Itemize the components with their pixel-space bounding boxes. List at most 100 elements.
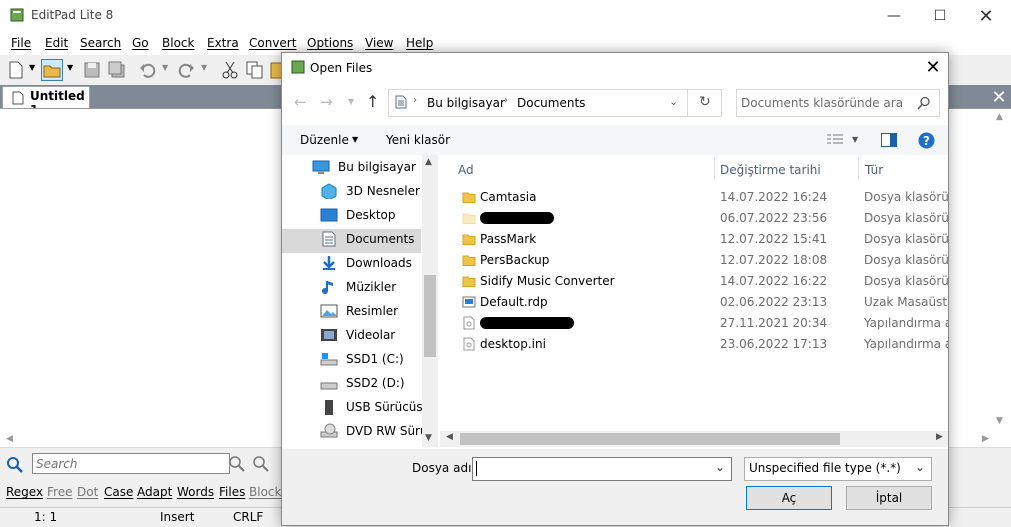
folder-search-box[interactable]: Documents klasöründe ara <box>736 89 940 117</box>
cancel-button[interactable]: İptal <box>846 486 932 510</box>
nav-scroll-thumb[interactable] <box>424 275 436 357</box>
find-previous-icon[interactable] <box>252 455 270 473</box>
menu-convert[interactable]: Convert <box>249 36 296 50</box>
option-adapt[interactable]: Adapt <box>137 485 172 499</box>
menu-extra[interactable]: Extra <box>207 36 239 50</box>
minimize-button[interactable]: — <box>871 0 917 32</box>
file-row[interactable]: 06.07.2022 23:56 Dosya klasörü <box>440 208 948 229</box>
tab-untitled-1[interactable]: Untitled 1 <box>2 86 90 117</box>
option-case[interactable]: Case <box>104 485 133 499</box>
view-dropdown-icon[interactable]: ▼ <box>852 135 858 144</box>
back-arrow-icon[interactable]: ← <box>294 93 307 111</box>
file-row[interactable]: Default.rdp 02.06.2022 23:13 Uzak Masaüstü… <box>440 292 948 313</box>
filename-input[interactable]: ⌄ <box>472 457 732 481</box>
column-header-date[interactable]: Değiştirme tarihi <box>720 163 821 177</box>
editor-vertical-scrollbar[interactable]: ▲ ▼ <box>996 112 1008 430</box>
file-row[interactable]: PersBackup 12.07.2022 18:08 Dosya klasörü <box>440 250 948 271</box>
save-icon[interactable] <box>82 60 102 80</box>
nav-item[interactable]: Müzikler <box>320 275 430 299</box>
copy-icon[interactable] <box>245 60 265 80</box>
help-icon[interactable]: ? <box>918 132 935 149</box>
search-input[interactable] <box>32 453 230 474</box>
scroll-up-icon[interactable]: ▲ <box>425 157 432 167</box>
option-dot[interactable]: Dot <box>77 485 98 499</box>
menu-go[interactable]: Go <box>132 36 149 50</box>
forward-arrow-icon[interactable]: → <box>320 93 333 111</box>
file-list-horizontal-scrollbar[interactable]: ◀ ▶ <box>440 431 948 447</box>
scroll-left-icon[interactable]: ◀ <box>446 432 453 442</box>
scroll-down-icon[interactable]: ▼ <box>996 416 1003 426</box>
nav-pane-scrollbar[interactable]: ▲ ▼ <box>422 155 438 447</box>
scroll-down-icon[interactable]: ▼ <box>425 433 432 443</box>
close-button[interactable]: ✕ <box>963 0 1009 32</box>
menu-file[interactable]: File <box>11 36 31 50</box>
cut-icon[interactable] <box>220 60 240 80</box>
new-dropdown-icon[interactable]: ▼ <box>29 63 35 72</box>
nav-item[interactable]: SSD1 (C:) <box>320 347 430 371</box>
file-list-scroll-thumb[interactable] <box>460 433 840 445</box>
address-dropdown-icon[interactable]: ⌄ <box>669 95 678 108</box>
save-all-icon[interactable] <box>107 60 127 80</box>
file-type-dropdown-icon[interactable]: ⌄ <box>915 460 925 474</box>
nav-item[interactable]: Resimler <box>320 299 430 323</box>
filename-dropdown-icon[interactable]: ⌄ <box>715 460 725 474</box>
recent-locations-icon[interactable]: ▼ <box>348 97 354 106</box>
text-caret <box>476 461 477 476</box>
scroll-left-icon[interactable]: ◀ <box>6 434 13 444</box>
menu-block[interactable]: Block <box>162 36 194 50</box>
undo-dropdown-icon[interactable]: ▼ <box>162 63 168 72</box>
redo-dropdown-icon[interactable]: ▼ <box>201 63 207 72</box>
scroll-right-icon[interactable]: ▶ <box>936 432 943 442</box>
scroll-right-icon[interactable]: ▶ <box>982 434 989 444</box>
undo-icon[interactable] <box>138 60 158 80</box>
option-files[interactable]: Files <box>219 485 245 499</box>
open-button[interactable]: Aç <box>746 486 832 510</box>
maximize-button[interactable]: ☐ <box>917 0 963 32</box>
nav-item[interactable]: Bu bilgisayar <box>312 155 422 179</box>
option-regex[interactable]: Regex <box>6 485 43 499</box>
file-row[interactable]: Camtasia 14.07.2022 16:24 Dosya klasörü <box>440 187 948 208</box>
file-row[interactable]: PassMark 12.07.2022 15:41 Dosya klasörü <box>440 229 948 250</box>
file-row[interactable]: 27.11.2021 20:34 Yapılandırma ay <box>440 313 948 334</box>
nav-item[interactable]: Videolar <box>320 323 430 347</box>
up-arrow-icon[interactable]: ↑ <box>366 92 379 111</box>
view-options-icon[interactable] <box>827 134 843 146</box>
open-folder-icon[interactable] <box>41 59 63 81</box>
menu-view[interactable]: View <box>365 36 393 50</box>
organize-button[interactable]: Düzenle <box>300 133 349 147</box>
new-file-icon[interactable] <box>6 60 26 80</box>
menu-help[interactable]: Help <box>406 36 433 50</box>
option-block[interactable]: Block <box>249 485 281 499</box>
find-next-icon[interactable] <box>228 455 246 473</box>
column-header-type[interactable]: Tür <box>865 163 883 177</box>
column-header-name[interactable]: Ad <box>458 163 474 177</box>
option-words[interactable]: Words <box>177 485 214 499</box>
file-type-select[interactable]: Unspecified file type (*.*) ⌄ <box>744 457 932 481</box>
nav-item[interactable]: DVD RW Sürüc <box>320 419 434 443</box>
menu-options[interactable]: Options <box>307 36 353 50</box>
close-tab-button[interactable]: ✕ <box>988 86 1010 108</box>
file-row[interactable]: desktop.ini 23.06.2022 17:13 Yapılandırma … <box>440 334 948 355</box>
option-free[interactable]: Free <box>47 485 72 499</box>
organize-dropdown-icon[interactable]: ▼ <box>352 135 358 144</box>
menu-edit[interactable]: Edit <box>45 36 68 50</box>
file-row[interactable]: Sidify Music Converter 14.07.2022 16:22 Do… <box>440 271 948 292</box>
new-folder-button[interactable]: Yeni klasör <box>386 133 450 147</box>
nav-item[interactable]: USB Sürücüsü ( <box>320 395 438 419</box>
refresh-icon[interactable]: ↻ <box>699 94 711 110</box>
menu-search[interactable]: Search <box>80 36 121 50</box>
nav-item[interactable]: 3D Nesneler <box>320 179 430 203</box>
nav-item[interactable]: Documents <box>320 227 430 251</box>
scroll-up-icon[interactable]: ▲ <box>996 112 1003 122</box>
nav-item[interactable]: SSD2 (D:) <box>320 371 430 395</box>
search-icon[interactable] <box>6 456 24 474</box>
address-bar[interactable]: › Bu bilgisayar › Documents ⌄ ↻ <box>388 89 722 117</box>
breadcrumb-this-pc[interactable]: Bu bilgisayar <box>427 96 505 110</box>
breadcrumb-documents[interactable]: Documents <box>517 96 585 110</box>
redo-icon[interactable] <box>176 60 196 80</box>
nav-item[interactable]: Desktop <box>320 203 430 227</box>
dialog-close-button[interactable]: ✕ <box>918 53 948 81</box>
nav-item[interactable]: Downloads <box>320 251 430 275</box>
preview-pane-icon[interactable] <box>881 133 897 147</box>
open-dropdown-icon[interactable]: ▼ <box>67 63 73 72</box>
